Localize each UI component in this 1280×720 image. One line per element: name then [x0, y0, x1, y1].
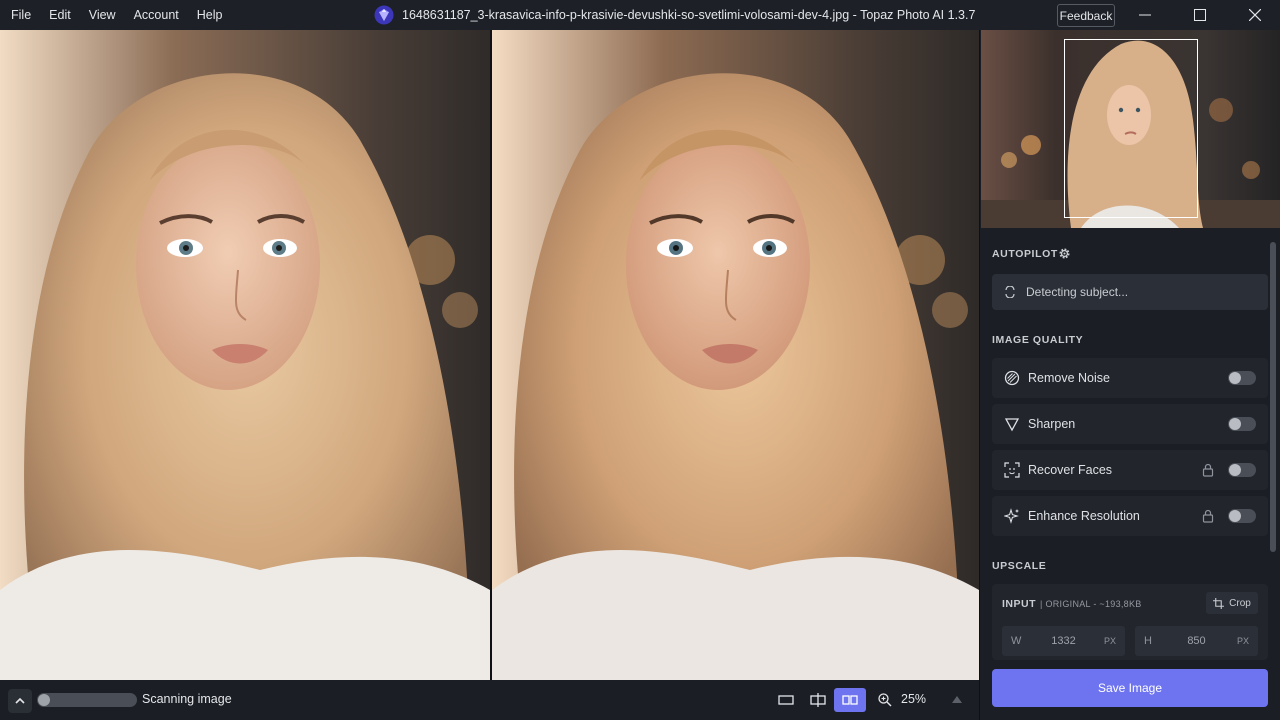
gear-icon[interactable] — [1058, 247, 1071, 260]
toggle-knob — [1229, 418, 1241, 430]
autopilot-title: AUTOPILOT — [992, 248, 1058, 260]
title-bar: File Edit View Account Help 1648631187_3… — [0, 0, 1280, 30]
crop-icon — [1213, 597, 1225, 609]
sharpen-toggle[interactable] — [1228, 417, 1256, 431]
preview-image-pane[interactable] — [492, 30, 979, 680]
window-title-text: 1648631187_3-krasavica-info-p-krasivie-d… — [402, 8, 976, 22]
panel-scrollbar[interactable] — [1270, 242, 1276, 552]
feature-label: Recover Faces — [1028, 463, 1113, 477]
single-view-button[interactable] — [770, 688, 802, 712]
zoom-icon[interactable] — [877, 692, 893, 708]
toggle-knob — [1229, 510, 1241, 522]
image-quality-title: IMAGE QUALITY — [992, 334, 1084, 346]
side-by-side-icon — [842, 695, 858, 705]
status-bar: Scanning image 25% — [0, 680, 979, 720]
height-unit: PX — [1236, 636, 1249, 646]
feedback-button[interactable]: Feedback — [1057, 4, 1115, 27]
toggle-knob — [1229, 464, 1241, 476]
close-button[interactable] — [1232, 0, 1278, 30]
input-label: INPUT — [1002, 598, 1036, 610]
feature-recover-faces[interactable]: Recover Faces — [992, 450, 1268, 490]
menu-edit[interactable]: Edit — [40, 0, 80, 30]
width-unit: PX — [1103, 636, 1116, 646]
original-photo — [0, 30, 490, 680]
noise-icon — [1003, 369, 1021, 387]
app-logo-icon — [374, 5, 394, 25]
original-image-pane[interactable] — [0, 30, 490, 680]
autopilot-status: Detecting subject... — [992, 274, 1268, 310]
navigator-viewport-frame[interactable] — [1064, 39, 1198, 218]
recover-faces-toggle[interactable] — [1228, 463, 1256, 477]
zoom-dropdown-arrow[interactable] — [952, 696, 962, 703]
upscale-input-card: INPUT | ORIGINAL - ~193,8KB Crop W 1332 … — [992, 584, 1268, 660]
menu-bar: File Edit View Account Help — [0, 0, 231, 30]
progress-indicator — [38, 694, 50, 706]
input-original-size: | ORIGINAL - ~193,8KB — [1040, 599, 1142, 609]
feature-label: Remove Noise — [1028, 371, 1110, 385]
width-field[interactable]: W 1332 PX — [1002, 626, 1125, 656]
minimize-button[interactable] — [1122, 0, 1168, 30]
face-icon — [1003, 461, 1021, 479]
menu-account[interactable]: Account — [125, 0, 188, 30]
chevron-up-icon — [15, 697, 25, 704]
image-viewer[interactable] — [0, 30, 979, 680]
menu-file[interactable]: File — [2, 0, 40, 30]
lock-icon — [1202, 509, 1214, 523]
feature-sharpen[interactable]: Sharpen — [992, 404, 1268, 444]
crop-label: Crop — [1229, 597, 1251, 609]
split-view-button[interactable] — [802, 688, 834, 712]
feature-label: Sharpen — [1028, 417, 1076, 431]
feature-enhance-resolution[interactable]: Enhance Resolution — [992, 496, 1268, 536]
menu-help[interactable]: Help — [188, 0, 232, 30]
minimize-icon — [1139, 14, 1151, 16]
sparkle-icon — [1003, 507, 1021, 525]
maximize-button[interactable] — [1177, 0, 1223, 30]
preview-photo — [492, 30, 979, 680]
height-field[interactable]: H 850 PX — [1135, 626, 1258, 656]
window-title: 1648631187_3-krasavica-info-p-krasivie-d… — [374, 0, 975, 30]
navigator-thumbnail[interactable] — [981, 30, 1280, 228]
menu-view[interactable]: View — [80, 0, 125, 30]
save-image-button[interactable]: Save Image — [992, 669, 1268, 707]
single-view-icon — [778, 695, 794, 705]
loading-icon — [1005, 286, 1015, 298]
scan-status-text: Scanning image — [142, 692, 232, 706]
enhance-resolution-toggle[interactable] — [1228, 509, 1256, 523]
close-icon — [1249, 9, 1261, 21]
lock-icon — [1202, 463, 1214, 477]
crop-button[interactable]: Crop — [1206, 592, 1258, 614]
maximize-icon — [1194, 9, 1206, 21]
side-by-side-view-button[interactable] — [834, 688, 866, 712]
expand-panel-button[interactable] — [8, 689, 32, 713]
split-view-icon — [810, 693, 826, 707]
remove-noise-toggle[interactable] — [1228, 371, 1256, 385]
detecting-text: Detecting subject... — [1026, 285, 1129, 299]
upscale-title: UPSCALE — [992, 560, 1047, 572]
zoom-level[interactable]: 25% — [901, 692, 926, 706]
sharpen-icon — [1003, 415, 1021, 433]
feature-label: Enhance Resolution — [1028, 509, 1140, 523]
feature-remove-noise[interactable]: Remove Noise — [992, 358, 1268, 398]
scan-progress-bar — [37, 693, 137, 707]
toggle-knob — [1229, 372, 1241, 384]
